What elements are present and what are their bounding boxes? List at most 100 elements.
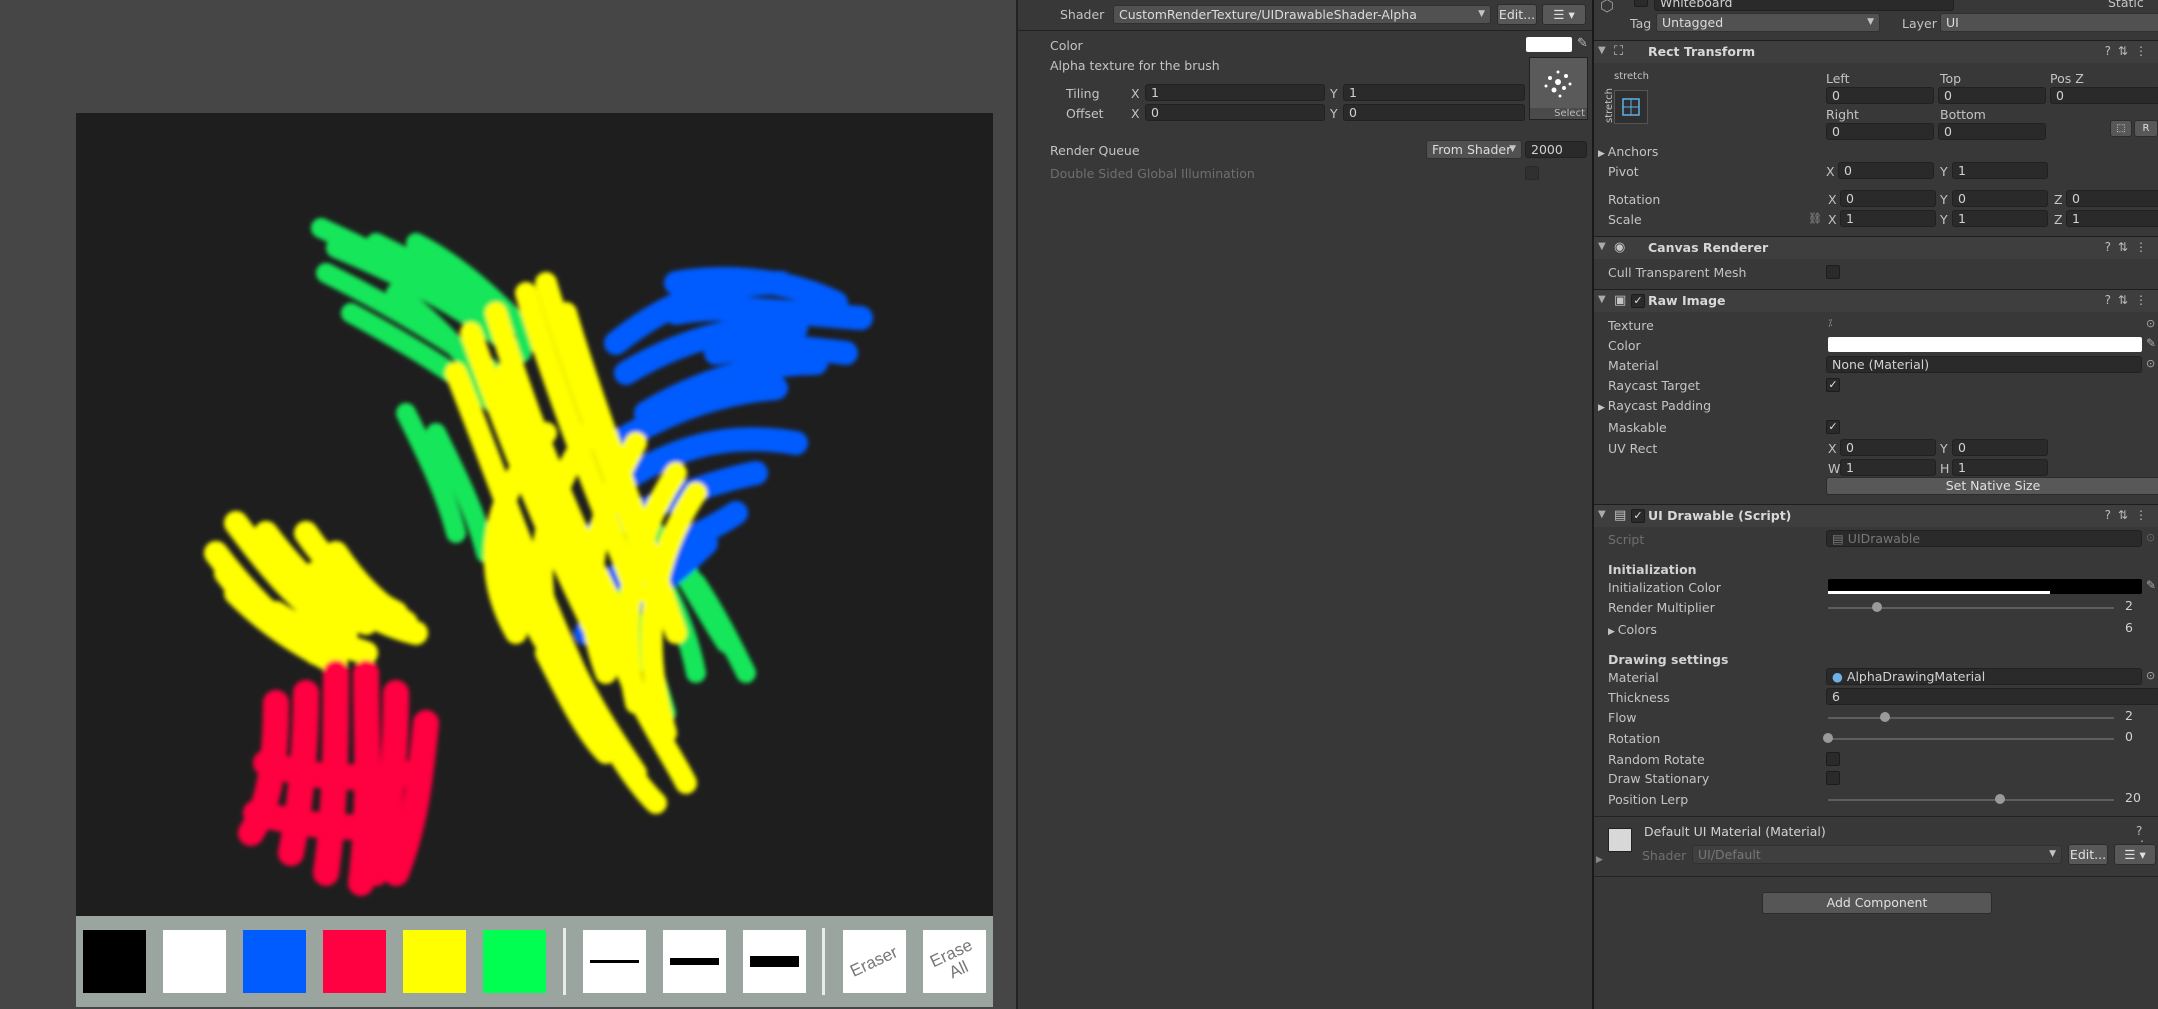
gameobject-name-field[interactable]: Whiteboard [1654, 0, 1954, 11]
bottom-field[interactable]: 0 [1938, 123, 2046, 140]
uv-h-field[interactable]: 1 [1952, 459, 2048, 476]
canvas-renderer-header[interactable]: ▼ ◉ Canvas Renderer ?⇅⋮ [1594, 236, 2158, 259]
render-queue-field[interactable]: 2000 [1525, 141, 1587, 158]
rot-y-field[interactable]: 0 [1952, 190, 2048, 207]
scale-z-field[interactable]: 1 [2066, 210, 2158, 227]
position-lerp-field[interactable]: 20 [2120, 790, 2158, 807]
offset-y-field[interactable]: 0 [1343, 104, 1525, 121]
eyedropper-icon[interactable]: ✎ [1577, 36, 1588, 51]
colors-count-field[interactable]: 6 [2120, 620, 2158, 637]
flow-knob[interactable] [1880, 712, 1891, 722]
texture-slot[interactable]: Select [1529, 57, 1588, 120]
fold-arrow-icon: ▶ [1608, 627, 1618, 637]
drawing-canvas[interactable] [76, 113, 993, 916]
object-picker-icon[interactable]: ⊙ [2146, 317, 2155, 330]
scale-y-field[interactable]: 1 [1952, 210, 2048, 227]
component-header-icons[interactable]: ?⇅⋮ [2105, 44, 2154, 58]
draw-stationary-checkbox[interactable] [1826, 771, 1840, 785]
component-header-icons[interactable]: ?⇅⋮ [2105, 508, 2154, 522]
color-swatch-black[interactable] [83, 930, 146, 993]
set-native-size-button[interactable]: Set Native Size [1826, 477, 2158, 495]
posz-field[interactable]: 0 [2050, 87, 2158, 104]
ui-drawable-header[interactable]: ▼ ▤ ✓ UI Drawable (Script) ?⇅⋮ [1594, 504, 2158, 527]
fold-arrow-icon[interactable]: ▶ [1596, 855, 1603, 865]
raw-image-color-field[interactable] [1828, 337, 2142, 352]
random-rotate-checkbox[interactable] [1826, 752, 1840, 766]
position-lerp-knob[interactable] [1994, 794, 2005, 804]
thickness-field[interactable]: 6 [1826, 688, 2158, 705]
erase-all-button[interactable]: Erase All [923, 930, 986, 993]
shader-edit-button[interactable]: Edit... [1497, 4, 1537, 25]
rotation-field[interactable]: 0 [2120, 729, 2158, 746]
raycast-target-checkbox[interactable]: ✓ [1826, 378, 1840, 392]
default-shader-menu-button[interactable]: ☰ ▾ [2114, 844, 2156, 865]
position-lerp-slider[interactable] [1828, 799, 2114, 801]
add-component-button[interactable]: Add Component [1762, 892, 1992, 914]
color-swatch-blue[interactable] [243, 930, 306, 993]
rot-x-field[interactable]: 0 [1840, 190, 1936, 207]
blueprint-mode-button[interactable]: ⬚ [2110, 120, 2132, 137]
double-sided-gi-checkbox[interactable] [1525, 166, 1539, 180]
thin-brush-button[interactable] [583, 930, 646, 993]
render-multiplier-field[interactable]: 2 [2120, 598, 2158, 615]
tiling-y-field[interactable]: 1 [1343, 84, 1525, 101]
pivot-y-field[interactable]: 1 [1952, 162, 2048, 179]
object-picker-icon[interactable]: ⊙ [2146, 357, 2155, 370]
thick-brush-button[interactable] [743, 930, 806, 993]
tag-dropdown[interactable]: Untagged ▼ [1656, 13, 1880, 32]
gameobject-active-checkbox[interactable] [1634, 0, 1648, 7]
static-label: Static [2108, 0, 2144, 10]
offset-x-field[interactable]: 0 [1145, 104, 1325, 121]
cull-transparent-checkbox[interactable] [1826, 265, 1840, 279]
material-sphere-icon: ● [1832, 669, 1847, 684]
default-shader-edit-button[interactable]: Edit... [2068, 844, 2108, 865]
raw-image-header[interactable]: ▼ ▣ ✓ Raw Image ?⇅⋮ [1594, 289, 2158, 312]
eyedropper-icon[interactable]: ✎ [2146, 336, 2156, 350]
alpha-bar [1828, 591, 2050, 594]
right-field[interactable]: 0 [1826, 123, 1934, 140]
tiling-x-field[interactable]: 1 [1145, 84, 1325, 101]
anchor-preset-button[interactable] [1614, 90, 1648, 124]
render-multiplier-slider[interactable] [1828, 607, 2114, 609]
rot-z-field[interactable]: 0 [2066, 190, 2158, 207]
top-field[interactable]: 0 [1938, 87, 2046, 104]
texture-field[interactable]: ⁒ [1828, 318, 1833, 329]
color-swatch-white[interactable] [163, 930, 226, 993]
flow-slider[interactable] [1828, 717, 2114, 719]
shader-menu-button[interactable]: ☰ ▾ [1542, 4, 1586, 25]
color-swatch-yellow[interactable] [403, 930, 466, 993]
constrain-proportions-icon[interactable]: ⛓ [1808, 212, 1822, 225]
object-picker-icon[interactable]: ⊙ [2146, 669, 2155, 682]
select-texture-button[interactable]: Select [1554, 108, 1585, 119]
ui-drawable-enabled-checkbox[interactable]: ✓ [1631, 509, 1645, 523]
raw-edit-button[interactable]: R [2134, 120, 2158, 137]
shader-dropdown[interactable]: CustomRenderTexture/UIDrawableShader-Alp… [1113, 5, 1491, 24]
rect-transform-header[interactable]: ▼ ⛶ Rect Transform ?⇅⋮ [1594, 40, 2158, 63]
material-field[interactable]: None (Material) [1826, 356, 2142, 373]
drawing-material-field[interactable]: ● AlphaDrawingMaterial [1826, 668, 2142, 685]
color-swatch-red[interactable] [323, 930, 386, 993]
render-multiplier-knob[interactable] [1871, 602, 1882, 612]
maskable-checkbox[interactable]: ✓ [1826, 420, 1840, 434]
color-swatch-green[interactable] [483, 930, 546, 993]
uv-w-field[interactable]: 1 [1840, 459, 1936, 476]
pivot-x-field[interactable]: 0 [1838, 162, 1934, 179]
raw-image-enabled-checkbox[interactable]: ✓ [1631, 294, 1645, 308]
rotation-slider[interactable] [1828, 738, 2114, 740]
rotation-knob[interactable] [1823, 733, 1833, 743]
flow-field[interactable]: 2 [2120, 708, 2158, 725]
drawing-settings-heading: Drawing settings [1608, 652, 1729, 667]
uv-x-field[interactable]: 0 [1840, 439, 1936, 456]
init-color-field[interactable] [1828, 579, 2142, 594]
color-field[interactable] [1526, 37, 1572, 52]
layer-dropdown[interactable]: UI [1940, 13, 2158, 32]
scale-x-field[interactable]: 1 [1840, 210, 1936, 227]
render-queue-dropdown[interactable]: From Shader ▼ [1426, 140, 1522, 159]
uv-y-field[interactable]: 0 [1952, 439, 2048, 456]
eraser-button[interactable]: Eraser [843, 930, 906, 993]
eyedropper-icon[interactable]: ✎ [2146, 578, 2156, 592]
medium-brush-button[interactable] [663, 930, 726, 993]
component-header-icons[interactable]: ?⇅⋮ [2105, 293, 2154, 307]
left-field[interactable]: 0 [1826, 87, 1934, 104]
component-header-icons[interactable]: ?⇅⋮ [2105, 240, 2154, 254]
